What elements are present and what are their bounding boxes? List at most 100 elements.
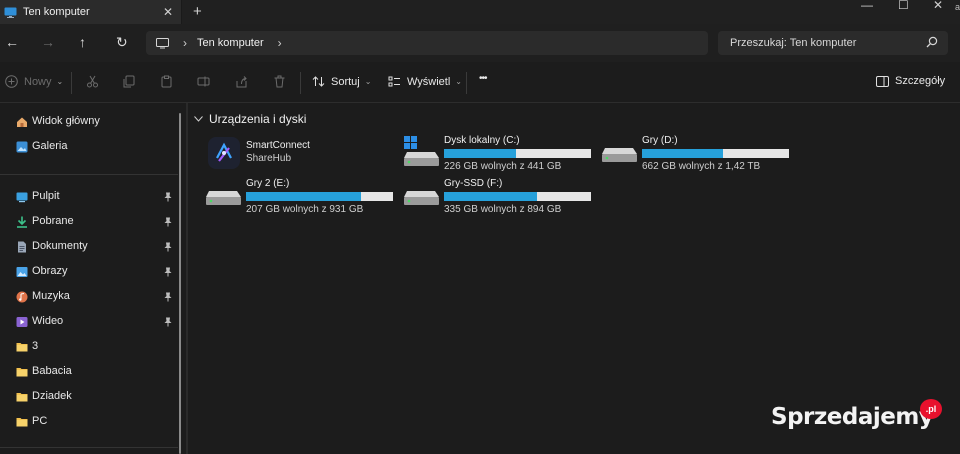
details-pane-icon — [876, 75, 889, 87]
new-tab-button[interactable]: + — [193, 3, 202, 20]
sidebar-item-label: Obrazy — [32, 265, 68, 277]
pin-icon[interactable] — [164, 217, 172, 227]
breadcrumb-separator-trailing[interactable]: › — [278, 36, 282, 50]
breadcrumb-separator[interactable]: › — [183, 36, 187, 50]
sidebar-item-widok-glowny[interactable]: Widok główny — [0, 111, 178, 133]
sidebar-item-pc[interactable]: PC — [0, 411, 178, 433]
view-label: Wyświetl — [407, 75, 451, 88]
delete-button[interactable] — [273, 75, 286, 88]
up-button[interactable]: ↑ — [79, 34, 86, 50]
sidebar-item-wideo[interactable]: Wideo — [0, 311, 178, 333]
drive-free-space: 662 GB wolnych z 1,42 TB — [642, 161, 761, 172]
monitor-icon — [156, 37, 169, 48]
sidebar-item-folder-3[interactable]: 3 — [0, 336, 178, 358]
command-bar: Nowy ⌄ Sortuj ⌄ Wyświetl ⌄ ••• Szczegóły — [0, 62, 960, 103]
search-box[interactable]: Przeszukaj: Ten komputer — [718, 31, 948, 55]
folder-icon — [16, 393, 28, 402]
sort-button[interactable]: Sortuj ⌄ — [312, 75, 371, 88]
scissors-icon — [87, 75, 98, 88]
gallery-icon — [16, 141, 28, 153]
copy-button[interactable] — [122, 75, 135, 88]
share-button[interactable] — [235, 75, 248, 88]
sidebar-item-dokumenty[interactable]: Dokumenty — [0, 236, 178, 258]
sidebar-item-obrazy[interactable]: Obrazy — [0, 261, 178, 283]
drive-tile-e[interactable]: Gry 2 (E:) 207 GB wolnych z 931 GB — [206, 177, 406, 217]
tab-ten-komputer[interactable]: Ten komputer ✕ — [0, 0, 182, 24]
tab-close-button[interactable]: ✕ — [163, 5, 173, 19]
address-row: ← → ↑ ↻ › Ten komputer › Przeszukaj: Ten… — [0, 24, 960, 62]
sort-label: Sortuj — [331, 75, 360, 88]
toolbar-divider — [71, 72, 72, 94]
sidebar-item-muzyka[interactable]: Muzyka — [0, 286, 178, 308]
sidebar-item-pobrane[interactable]: Pobrane — [0, 211, 178, 233]
drive-tile-c[interactable]: Dysk lokalny (C:) 226 GB wolnych z 441 G… — [404, 134, 604, 174]
sidebar-item-label: Wideo — [32, 315, 64, 327]
more-options-button[interactable]: ••• — [479, 73, 487, 84]
pin-icon[interactable] — [164, 242, 172, 252]
device-tile-smartconnect[interactable]: SmartConnect ShareHub — [206, 134, 406, 174]
smartconnect-icon — [208, 137, 240, 169]
capacity-fill — [444, 149, 517, 158]
chevron-down-icon: ⌄ — [364, 77, 372, 86]
sidebar-item-label: Galeria — [32, 140, 68, 152]
trash-icon — [274, 75, 285, 88]
sidebar-item-pulpit[interactable]: Pulpit — [0, 186, 178, 208]
sidebar-item-label: Muzyka — [32, 290, 70, 302]
search-icon[interactable] — [926, 36, 938, 48]
minimize-button[interactable]: — — [861, 0, 873, 12]
device-subtitle: ShareHub — [246, 153, 292, 164]
section-title: Urządzenia i dyski — [209, 112, 307, 126]
back-button[interactable]: ← — [5, 34, 19, 50]
pin-icon[interactable] — [164, 192, 172, 202]
add-icon — [5, 75, 18, 88]
paste-button[interactable] — [160, 75, 173, 88]
title-bar: Ten komputer ✕ + — ☐ ✕ a — [0, 0, 960, 24]
breadcrumb-ten-komputer[interactable]: Ten komputer — [197, 37, 264, 49]
pictures-icon — [16, 267, 28, 277]
tab-title: Ten komputer — [23, 6, 90, 18]
forward-button[interactable]: → — [41, 34, 55, 50]
folder-icon — [16, 368, 28, 377]
pin-icon[interactable] — [164, 317, 172, 327]
watermark-badge: .pl — [920, 399, 942, 419]
hard-drive-icon — [602, 148, 637, 162]
content-pane: Urządzenia i dyski SmartConnect ShareHub… — [188, 103, 960, 454]
capacity-bar — [444, 149, 591, 158]
sidebar-item-dziadek[interactable]: Dziadek — [0, 386, 178, 408]
capacity-bar — [642, 149, 789, 158]
folder-icon — [16, 343, 28, 352]
close-window-button[interactable]: ✕ — [933, 0, 943, 12]
sidebar-item-label: PC — [32, 415, 48, 427]
sidebar-item-babacia[interactable]: Babacia — [0, 361, 178, 383]
copy-icon — [123, 75, 135, 88]
address-bar[interactable]: › Ten komputer › — [146, 31, 708, 55]
details-button[interactable]: Szczegóły — [876, 75, 945, 87]
section-header-devices[interactable]: Urządzenia i dyski — [194, 112, 306, 126]
drive-tile-f[interactable]: Gry-SSD (F:) 335 GB wolnych z 894 GB — [404, 177, 604, 217]
sidebar-scrollbar[interactable] — [179, 113, 181, 454]
hard-drive-icon — [206, 191, 241, 205]
sidebar-item-galeria[interactable]: Galeria — [0, 136, 178, 158]
sidebar-item-label: Pobrane — [32, 215, 74, 227]
refresh-button[interactable]: ↻ — [116, 34, 128, 51]
chevron-down-icon: ⌄ — [455, 77, 462, 86]
search-input[interactable]: Przeszukaj: Ten komputer — [730, 37, 856, 49]
drive-free-space: 207 GB wolnych z 931 GB — [246, 204, 364, 215]
navigation-pane: Widok główny Galeria Pulpit Pobrane Doku… — [0, 103, 186, 454]
sidebar-item-label: Dokumenty — [32, 240, 88, 252]
capacity-fill — [444, 192, 537, 201]
pin-icon[interactable] — [164, 292, 172, 302]
capacity-fill — [642, 149, 723, 158]
view-button[interactable]: Wyświetl ⌄ — [388, 75, 462, 88]
new-button-label: Nowy — [24, 75, 52, 88]
cut-button[interactable] — [86, 75, 99, 88]
edge-text: a — [955, 2, 960, 12]
maximize-button[interactable]: ☐ — [898, 0, 909, 12]
new-button[interactable]: Nowy ⌄ — [5, 75, 63, 88]
drive-name: Dysk lokalny (C:) — [444, 135, 520, 146]
device-name: SmartConnect — [246, 140, 310, 151]
download-icon — [17, 216, 27, 228]
rename-button[interactable] — [197, 75, 210, 88]
pin-icon[interactable] — [164, 267, 172, 277]
drive-tile-d[interactable]: Gry (D:) 662 GB wolnych z 1,42 TB — [602, 134, 802, 174]
